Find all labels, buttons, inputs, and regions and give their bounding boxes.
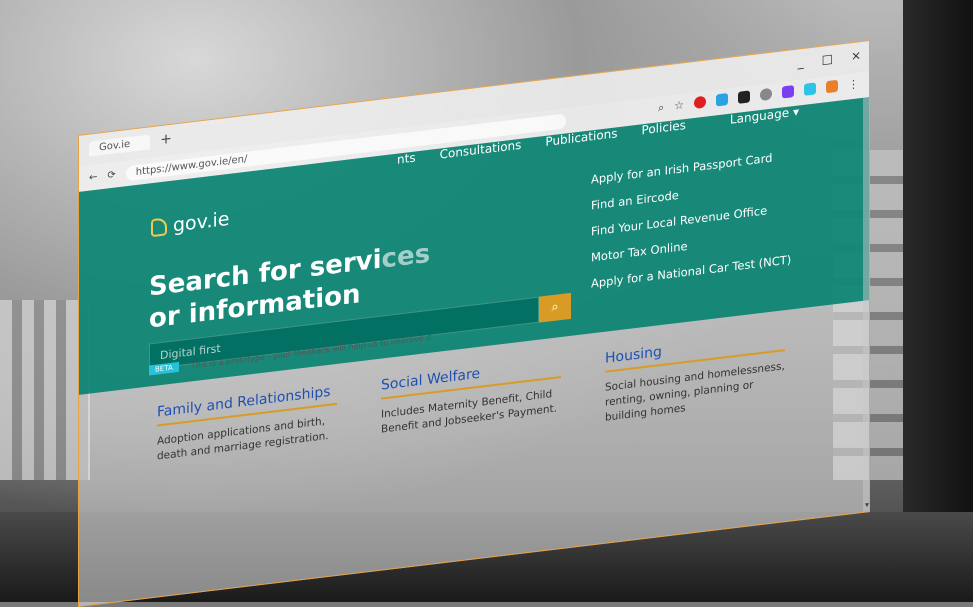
search-icon: ⌕ — [551, 299, 559, 316]
scroll-down-arrow-icon[interactable]: ▾ — [865, 500, 869, 509]
bookmark-star-icon[interactable]: ☆ — [674, 98, 684, 113]
nav-item-partial[interactable]: nts — [397, 150, 416, 166]
extension-cyan-icon[interactable] — [804, 82, 816, 96]
extension-gray-icon[interactable] — [760, 87, 772, 102]
close-button[interactable]: × — [851, 48, 861, 63]
topic-card: Family and Relationships Adoption applic… — [157, 382, 337, 480]
new-tab-button[interactable]: + — [160, 131, 172, 148]
logo-text: gov.ie — [173, 207, 230, 237]
building-facade-left — [0, 300, 90, 480]
extension-dark-icon[interactable] — [738, 90, 750, 104]
nav-item-publications[interactable]: Publications — [545, 126, 617, 149]
browser-tab[interactable]: Gov.ie — [89, 133, 151, 157]
quick-links: Apply for an Irish Passport Card Find an… — [591, 142, 791, 296]
site-logo[interactable]: gov.ie — [151, 208, 229, 239]
nav-item-consultations[interactable]: Consultations — [440, 138, 522, 162]
extension-blue-icon[interactable] — [716, 93, 728, 107]
topic-card: Housing Social housing and homelessness,… — [605, 329, 785, 426]
search-button[interactable]: ⌕ — [539, 292, 571, 323]
scrollbar[interactable] — [863, 97, 869, 512]
back-icon[interactable]: ← — [89, 171, 97, 183]
browser-window: Gov.ie + _ □ × ← ⟳ https://www.gov.ie/en… — [78, 39, 870, 607]
topic-card: Social Welfare Includes Maternity Benefi… — [381, 356, 561, 453]
extension-purple-icon[interactable] — [782, 85, 794, 99]
zoom-icon[interactable]: ⌕ — [658, 101, 664, 116]
minimize-button[interactable]: _ — [798, 55, 804, 70]
tab-strip: Gov.ie + — [89, 131, 172, 157]
opera-icon[interactable] — [694, 95, 706, 110]
window-controls: _ □ × — [798, 48, 861, 70]
reload-icon[interactable]: ⟳ — [107, 169, 115, 181]
profile-avatar-icon[interactable] — [826, 79, 838, 94]
nav-item-policies[interactable]: Policies — [642, 118, 686, 137]
harp-icon — [151, 217, 167, 238]
maximize-button[interactable]: □ — [822, 51, 833, 66]
language-selector[interactable]: Language ▾ — [730, 104, 799, 126]
menu-dots-icon[interactable]: ⋮ — [848, 77, 859, 92]
